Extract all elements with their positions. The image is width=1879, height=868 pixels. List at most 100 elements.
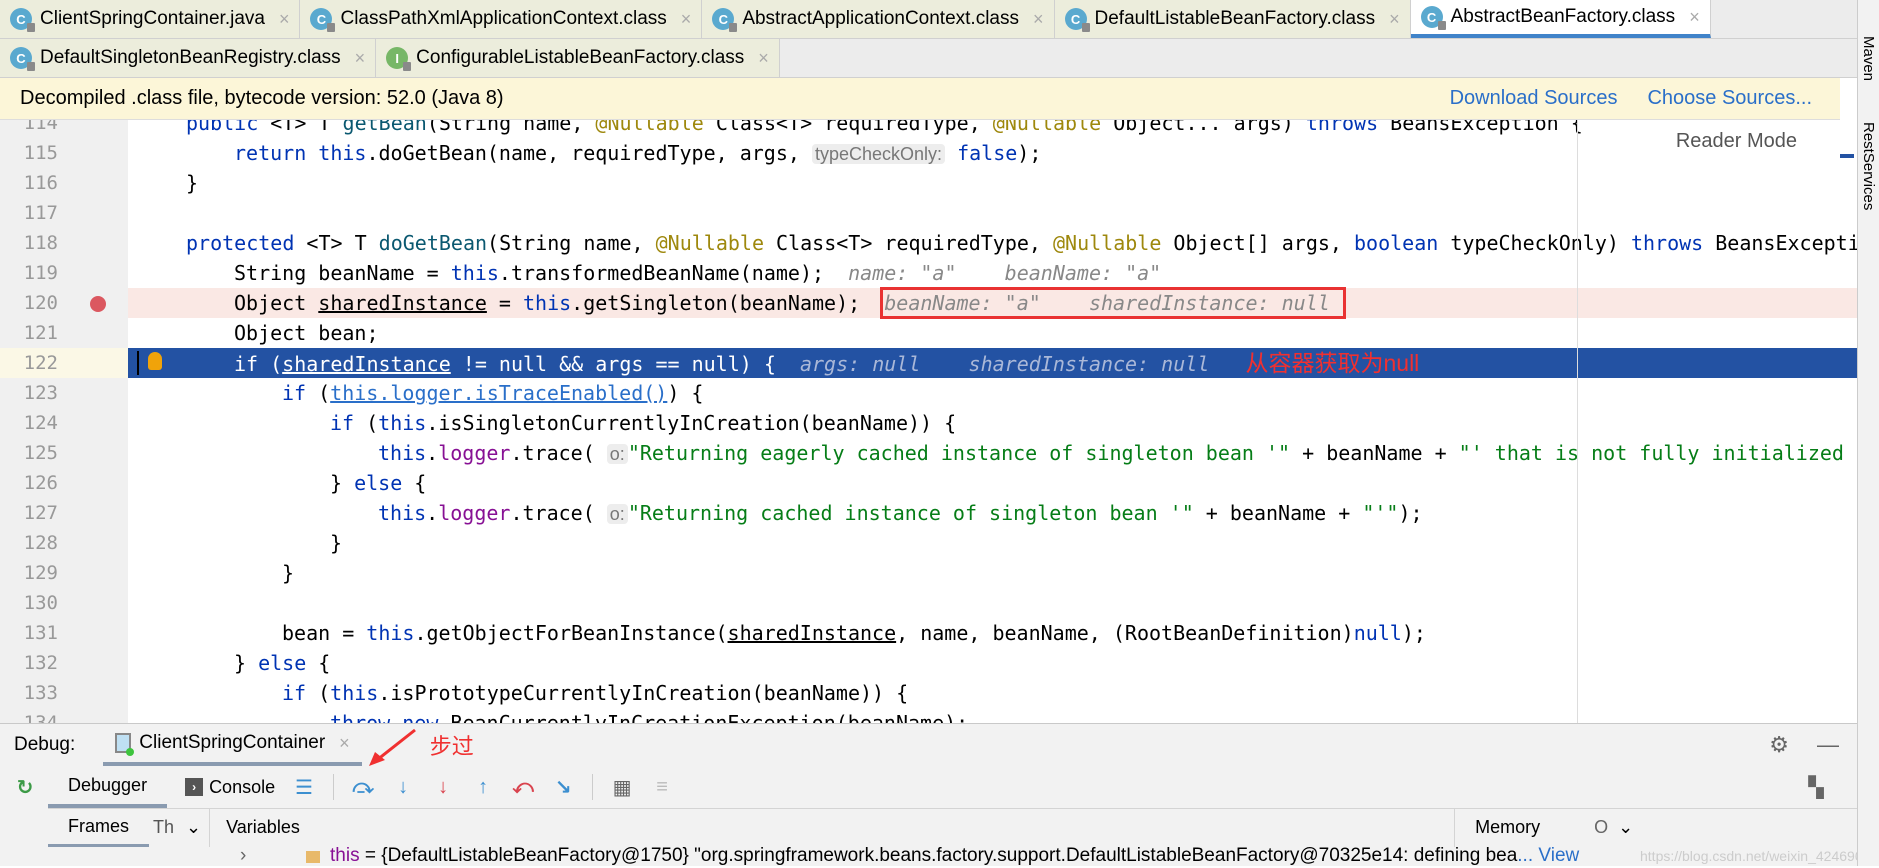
- tab-console[interactable]: › Console: [185, 777, 275, 798]
- force-step-into-icon[interactable]: ↓: [432, 776, 454, 798]
- download-sources-link[interactable]: Download Sources: [1450, 87, 1618, 110]
- layout-lines-icon[interactable]: ☰: [293, 776, 315, 799]
- tab-frames[interactable]: Frames: [48, 809, 150, 847]
- code-line[interactable]: 125 this.logger.trace( o: "Returning eager…: [0, 438, 1857, 468]
- code-line[interactable]: 129}: [0, 558, 1857, 588]
- code-line[interactable]: 122 if (sharedInstance != null && args ==…: [0, 348, 1857, 378]
- line-number[interactable]: 126: [0, 468, 58, 498]
- gutter[interactable]: [58, 408, 128, 438]
- view-link[interactable]: ... View: [1517, 846, 1579, 866]
- line-number[interactable]: 125: [0, 438, 58, 468]
- line-number[interactable]: 129: [0, 558, 58, 588]
- close-tab-icon[interactable]: ×: [279, 9, 290, 30]
- code-line[interactable]: 133 if (this.isPrototypeCurrentlyInCreati…: [0, 678, 1857, 708]
- code-line[interactable]: 118 protected <T> T doGetBean(String name…: [0, 228, 1857, 258]
- run-to-cursor-icon[interactable]: ↘: [552, 776, 574, 799]
- gutter[interactable]: [58, 120, 128, 138]
- tab-debugger[interactable]: Debugger: [48, 766, 168, 808]
- variable-row[interactable]: › this = {DefaultListableBeanFactory@175…: [0, 846, 1857, 868]
- close-session-icon[interactable]: ×: [339, 733, 350, 754]
- gutter[interactable]: [58, 528, 128, 558]
- code-line[interactable]: 130: [0, 588, 1857, 618]
- gutter[interactable]: [58, 468, 128, 498]
- gutter[interactable]: [58, 648, 128, 678]
- line-number[interactable]: 131: [0, 618, 58, 648]
- close-tab-icon[interactable]: ×: [1389, 9, 1400, 30]
- code-line[interactable]: 128}: [0, 528, 1857, 558]
- code-line[interactable]: 131 bean = this.getObjectForBeanInstance(…: [0, 618, 1857, 648]
- gutter[interactable]: [58, 198, 128, 228]
- gutter[interactable]: [58, 228, 128, 258]
- line-number[interactable]: 118: [0, 228, 58, 258]
- code-line[interactable]: 123 if (this.logger.isTraceEnabled()) {: [0, 378, 1857, 408]
- code-line[interactable]: 117: [0, 198, 1857, 228]
- gutter[interactable]: [58, 378, 128, 408]
- line-number[interactable]: 127: [0, 498, 58, 528]
- choose-sources-link[interactable]: Choose Sources...: [1647, 87, 1812, 110]
- code-line[interactable]: 119 String beanName = this.transformedBea…: [0, 258, 1857, 288]
- code-line[interactable]: 126} else {: [0, 468, 1857, 498]
- breakpoint-icon[interactable]: [90, 296, 106, 312]
- line-number[interactable]: 124: [0, 408, 58, 438]
- drop-frame-icon[interactable]: ⤺: [512, 776, 534, 798]
- close-tab-icon[interactable]: ×: [355, 48, 366, 69]
- close-tab-icon[interactable]: ×: [758, 48, 769, 69]
- line-number[interactable]: 122: [0, 348, 58, 378]
- layout-icon[interactable]: ▚: [1805, 776, 1827, 799]
- code-line[interactable]: 121 Object bean;: [0, 318, 1857, 348]
- line-number[interactable]: 119: [0, 258, 58, 288]
- line-number[interactable]: 130: [0, 588, 58, 618]
- evaluate-expression-icon[interactable]: ▦: [611, 776, 633, 799]
- editor-tab[interactable]: C ClassPathXmlApplicationContext.class ×: [300, 0, 703, 38]
- code-line[interactable]: 134 throw new BeanCurrentlyInCreationExce…: [0, 708, 1857, 723]
- maven-tool-button[interactable]: Maven: [1860, 36, 1877, 81]
- line-number[interactable]: 123: [0, 378, 58, 408]
- restservices-tool-button[interactable]: RestServices: [1860, 122, 1877, 210]
- gutter[interactable]: [58, 558, 128, 588]
- gutter[interactable]: [58, 258, 128, 288]
- editor-tab[interactable]: C AbstractApplicationContext.class ×: [702, 0, 1055, 38]
- gutter[interactable]: [58, 348, 128, 378]
- line-number[interactable]: 133: [0, 678, 58, 708]
- settings-gear-icon[interactable]: ⚙: [1769, 732, 1789, 758]
- editor-tab[interactable]: C DefaultListableBeanFactory.class ×: [1054, 0, 1411, 38]
- gutter[interactable]: [58, 498, 128, 528]
- intention-bulb-icon[interactable]: [148, 352, 162, 370]
- gutter[interactable]: [58, 318, 128, 348]
- minimize-icon[interactable]: —: [1817, 732, 1839, 758]
- debug-session-tab[interactable]: ClientSpringContainer ×: [103, 724, 362, 766]
- code-line[interactable]: 132} else {: [0, 648, 1857, 678]
- scrollbar-marker[interactable]: [1840, 154, 1854, 158]
- editor-tab[interactable]: I ConfigurableListableBeanFactory.class ×: [376, 39, 780, 77]
- line-number[interactable]: 132: [0, 648, 58, 678]
- close-tab-icon[interactable]: ×: [1689, 7, 1700, 28]
- line-number[interactable]: 120: [0, 288, 58, 318]
- close-tab-icon[interactable]: ×: [1033, 9, 1044, 30]
- gutter[interactable]: [58, 138, 128, 168]
- line-number[interactable]: 128: [0, 528, 58, 558]
- editor-tab[interactable]: C DefaultSingletonBeanRegistry.class ×: [0, 39, 377, 77]
- gutter[interactable]: [58, 708, 128, 723]
- tab-overhead[interactable]: O: [1594, 817, 1608, 838]
- code-line[interactable]: 124 if (this.isSingletonCurrentlyInCreati…: [0, 408, 1857, 438]
- tab-memory[interactable]: Memory: [1454, 808, 1594, 847]
- gutter[interactable]: [58, 438, 128, 468]
- line-number[interactable]: 114: [0, 120, 58, 138]
- editor-tab[interactable]: C ClientSpringContainer.java ×: [0, 0, 301, 38]
- reader-mode-button[interactable]: Reader Mode: [1676, 130, 1797, 153]
- code-line[interactable]: 116}: [0, 168, 1857, 198]
- tab-threads[interactable]: Th: [149, 817, 178, 838]
- chevron-down-icon[interactable]: ⌄: [186, 817, 201, 838]
- chevron-down-icon[interactable]: ⌄: [1618, 817, 1633, 838]
- line-number[interactable]: 115: [0, 138, 58, 168]
- gutter[interactable]: [58, 588, 128, 618]
- code-line[interactable]: 127 this.logger.trace( o: "Returning cache…: [0, 498, 1857, 528]
- rerun-icon[interactable]: ↻: [14, 776, 36, 799]
- step-out-icon[interactable]: ↑: [472, 776, 494, 798]
- gutter[interactable]: [58, 618, 128, 648]
- editor-tab[interactable]: C AbstractBeanFactory.class ×: [1410, 0, 1711, 38]
- trace-icon[interactable]: ≡: [651, 776, 673, 798]
- step-over-icon[interactable]: ⤼: [352, 776, 374, 798]
- close-tab-icon[interactable]: ×: [681, 9, 692, 30]
- gutter[interactable]: [58, 678, 128, 708]
